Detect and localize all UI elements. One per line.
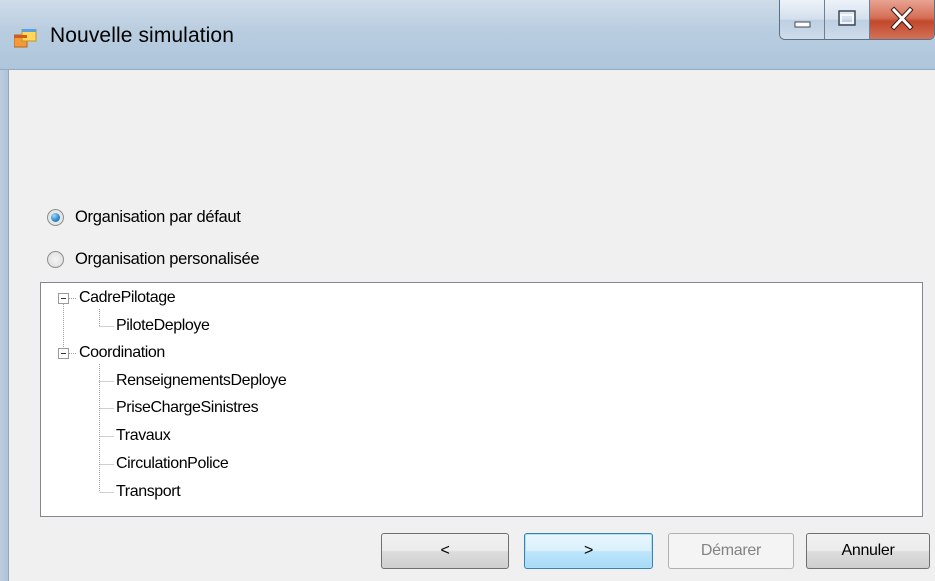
- maximize-button[interactable]: [825, 0, 870, 39]
- minimize-button[interactable]: [780, 0, 825, 39]
- radio-custom-organisation[interactable]: Organisation personalisée: [47, 250, 260, 269]
- tree-node-coordination[interactable]: Coordination: [79, 343, 165, 363]
- radio-default-button[interactable]: [47, 209, 64, 226]
- collapse-toggle-coordination[interactable]: [58, 348, 69, 359]
- collapse-toggle-cadrepilotage[interactable]: [58, 293, 69, 304]
- start-button[interactable]: Démarer: [668, 533, 794, 569]
- organisation-tree-view[interactable]: CadrePilotage PiloteDeploye Coordination…: [40, 282, 923, 517]
- tree-node-transport[interactable]: Transport: [116, 482, 181, 502]
- radio-default-organisation[interactable]: Organisation par défaut: [47, 208, 241, 227]
- radio-default-label: Organisation par défaut: [75, 208, 241, 226]
- radio-custom-button[interactable]: [47, 251, 64, 268]
- close-icon: [890, 6, 914, 31]
- window-title: Nouvelle simulation: [50, 24, 234, 47]
- tree-node-renseignementsdeploye[interactable]: RenseignementsDeploye: [116, 371, 287, 391]
- tree-node-prisechargesinistres[interactable]: PriseChargeSinistres: [116, 398, 259, 418]
- tree-node-cadrepilotage[interactable]: CadrePilotage: [79, 288, 176, 308]
- title-bar: Nouvelle simulation: [0, 0, 935, 70]
- minimize-icon: [794, 21, 811, 28]
- app-icon: [14, 29, 37, 48]
- radio-custom-label: Organisation personalisée: [75, 250, 260, 268]
- back-button[interactable]: <: [381, 533, 509, 569]
- maximize-icon: [838, 10, 856, 26]
- tree-node-circulationpolice[interactable]: CirculationPolice: [116, 454, 229, 474]
- tree-node-pilotedeploye[interactable]: PiloteDeploye: [116, 316, 210, 336]
- cancel-button[interactable]: Annuler: [806, 533, 930, 569]
- tree-node-travaux[interactable]: Travaux: [116, 426, 171, 446]
- close-button[interactable]: [870, 0, 934, 39]
- window-frame: [0, 70, 8, 581]
- next-button[interactable]: >: [524, 533, 653, 569]
- window-controls: [779, 0, 935, 40]
